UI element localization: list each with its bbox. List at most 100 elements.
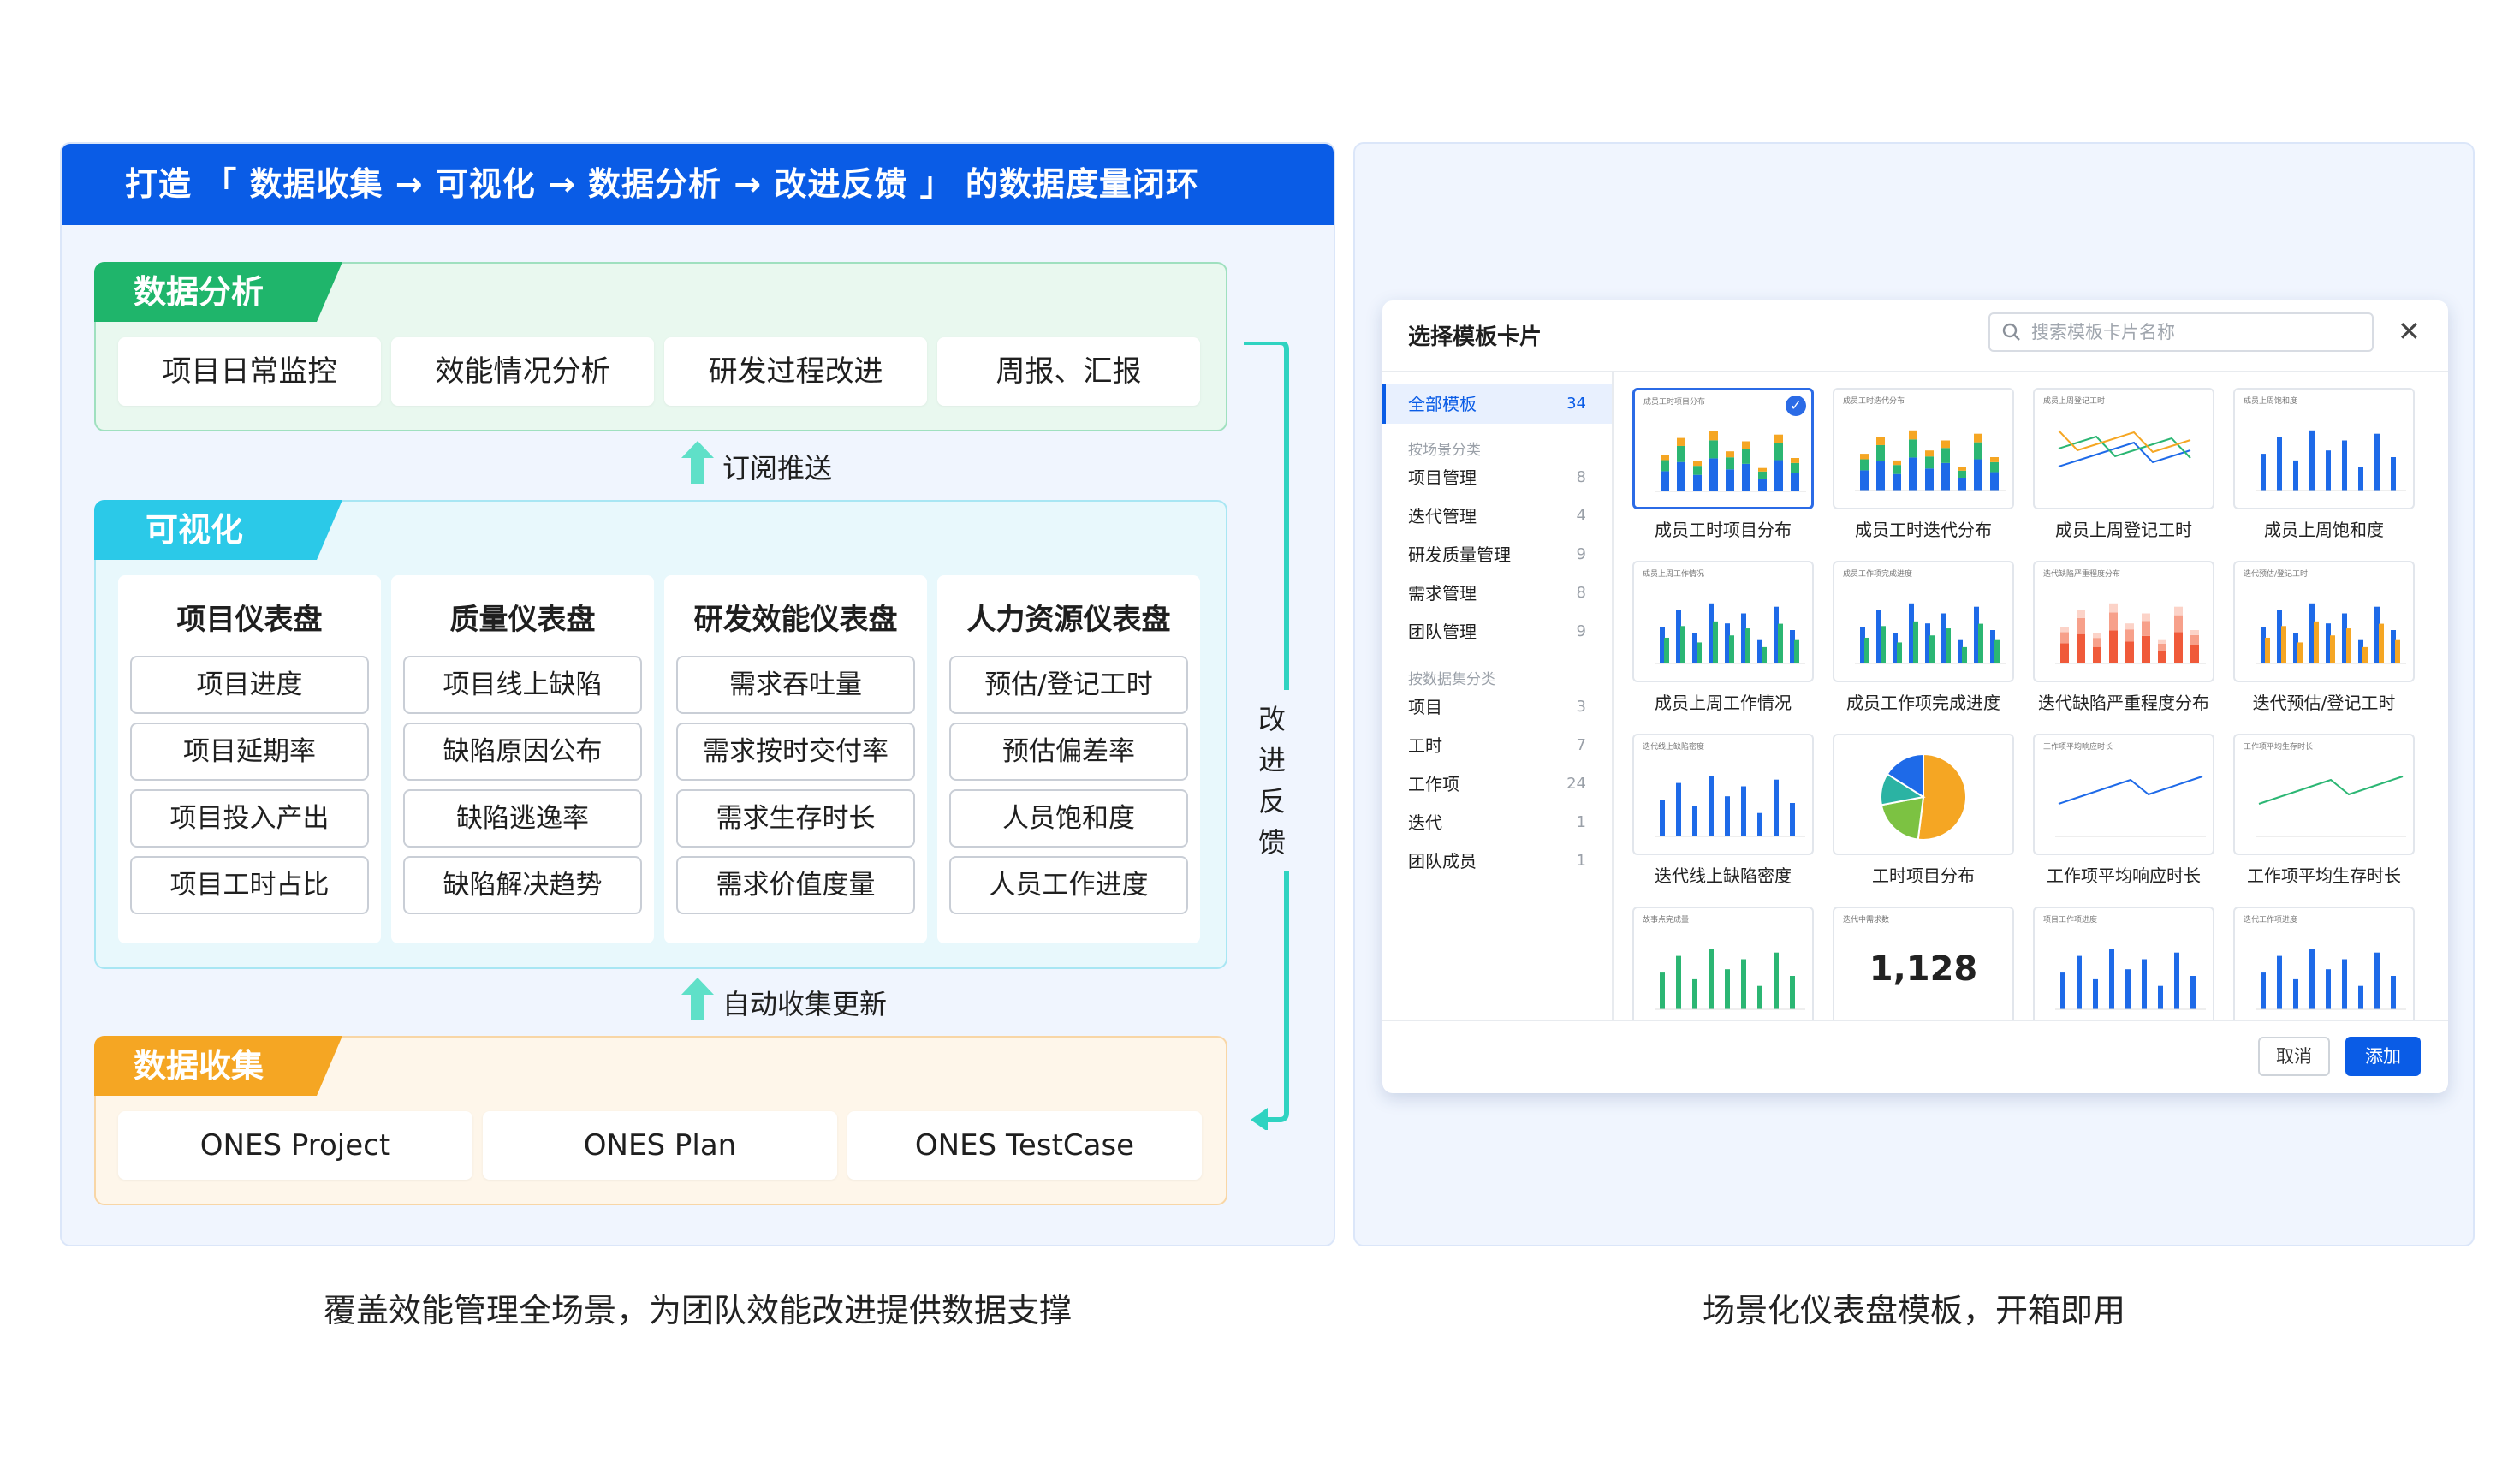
add-button[interactable]: 添加 [2345,1037,2421,1076]
sidebar-item-dataset[interactable]: 项目 3 [1382,687,1612,727]
template-tile[interactable]: 成员工时项目分布 ✓ 成员工时项目分布 [1632,388,1814,550]
sidebar-item-label: 工作项 [1408,774,1459,794]
thumb-bar [1742,463,1750,491]
thumb-bar [2358,985,2363,1009]
sidebar-item-count: 1 [1576,852,1586,870]
template-tile[interactable]: 工作项平均生存时长 工作项平均生存时长 [2233,734,2415,896]
thumb-bar [1692,806,1697,836]
template-tile[interactable]: 成员工时迭代分布 成员工时迭代分布 [1833,388,2014,550]
thumb-bar [1664,637,1669,663]
tile-thumbnail: 成员上周饱和度 [2233,388,2415,509]
tile-name: 迭代缺陷严重程度分布 [2038,693,2209,713]
thumb-bar [2362,646,2368,663]
thumb-bar [1725,796,1730,836]
thumb-chart [1880,752,1967,841]
template-tile[interactable]: 成员上周工作情况 成员上周工作情况 [1632,561,1814,723]
search-input[interactable]: 搜索模板卡片名称 [1988,312,2374,352]
up-arrow-icon [681,978,714,1020]
template-tile[interactable]: 成员工作项完成进度 成员工作项完成进度 [1833,561,2014,723]
thumb-slice [1917,752,1967,841]
thumb-bar [2093,633,2101,639]
sidebar-item-dataset[interactable]: 工时 7 [1382,726,1612,765]
thumb-bar [1925,468,1934,491]
tile-name: 迭代线上缺陷密度 [1655,865,1792,886]
thumb-bar [1897,642,1902,663]
sidebar-item-scene[interactable]: 项目管理 8 [1382,458,1612,497]
sidebar-item-scene[interactable]: 团队管理 9 [1382,612,1612,651]
search-icon [2002,323,2020,341]
thumb-bar [1994,639,2000,663]
thumb-bar [2125,629,2134,642]
card-item: 项目进度 [130,656,369,714]
thumb-bar [1709,949,1714,1009]
template-tile[interactable]: 项目工作项进度 [2033,907,2214,1020]
thumb-bar [2391,976,2396,1009]
feedback-label-line1: 改进 [1257,703,1286,776]
template-tile[interactable]: 成员上周登记工时 成员上周登记工时 [2033,388,2214,550]
tile-thumbnail: 迭代工作项进度 [2233,907,2415,1020]
category-sidebar: 全部模板 34 按场景分类 项目管理 8 迭代管理 4 研发质量管理 9 需求管理 8 … [1382,372,1614,1020]
template-tile[interactable]: 迭代预估/登记工时 迭代预估/登记工时 [2233,561,2415,723]
sidebar-item-dataset[interactable]: 工作项 24 [1382,764,1612,804]
close-icon[interactable]: ✕ [2398,314,2421,348]
sidebar-item-label: 研发质量管理 [1408,544,1511,565]
sidebar-item-scene[interactable]: 需求管理 8 [1382,574,1612,613]
template-tile[interactable]: 迭代工作项进度 [2233,907,2415,1020]
thumb-bar [1676,955,1681,1009]
tile-thumbnail [1833,734,2014,855]
template-tile[interactable]: 成员上周饱和度 成员上周饱和度 [2233,388,2415,550]
cancel-button[interactable]: 取消 [2258,1037,2330,1076]
thumb-bar [1974,442,1982,460]
card-title: 人力资源仪表盘 [966,603,1171,637]
thumb-bar [1742,441,1750,449]
template-tile[interactable]: 工作项平均响应时长 工作项平均响应时长 [2033,734,2214,896]
sidebar-item-count: 1 [1576,813,1586,831]
template-tile[interactable]: 迭代线上缺陷密度 迭代线上缺陷密度 [1632,734,1814,896]
auto-collect-label: 自动收集更新 [722,988,888,1020]
card-item: 项目工时占比 [130,856,369,914]
thumb-bar [2293,460,2298,491]
thumb-bar [1693,461,1702,467]
template-tile[interactable]: 工时项目分布 [1833,734,2014,896]
thumb-bar [1860,454,1869,460]
thumb-bar [2077,955,2082,1009]
thumb-bar [1726,451,1734,458]
card-item: 需求生存时长 [676,789,915,848]
thumb-bar [1893,460,1901,466]
card-item: 缺陷解决趋势 [403,856,642,914]
thumb-bar [1893,473,1901,491]
card-title: 项目仪表盘 [176,603,323,637]
thumb-bar [1941,448,1950,463]
sidebar-item-label: 团队成员 [1408,851,1477,871]
thumb-bar [2125,623,2134,630]
sidebar-item-count: 9 [1576,545,1586,563]
thumb-chart: 1,128 [1869,949,1978,989]
source-item: ONES TestCase [847,1111,1202,1180]
thumb-bar [2158,643,2166,651]
thumb-chart [1655,603,1805,664]
template-tile[interactable]: 迭代缺陷严重程度分布 迭代缺陷严重程度分布 [2033,561,2214,723]
thumb-bar [2309,430,2315,491]
thumb-bar [1677,445,1685,462]
template-tile[interactable]: 迭代中需求数 1,128 [1833,907,2014,1020]
thumb-bar [2190,645,2199,663]
thumb-line [2058,776,2203,805]
thumb-bar [1757,985,1762,1009]
dashboard-card: 人力资源仪表盘 预估/登记工时 预估偏差率 人员饱和度 人员工作进度 [937,575,1200,943]
sidebar-item-scene[interactable]: 迭代管理 4 [1382,497,1612,536]
thumb-bar [1794,639,1799,663]
thumb-number: 1,128 [1869,949,1978,989]
template-tile[interactable]: 故事点完成量 [1632,907,1814,1020]
thumb-bar [1946,628,1951,663]
thumb-bar [2077,617,2085,634]
sidebar-group-label: 按数据集分类 [1408,671,1495,688]
card-title: 研发效能仪表盘 [693,603,898,637]
sidebar-item-scene[interactable]: 研发质量管理 9 [1382,535,1612,574]
sidebar-item-dataset[interactable]: 迭代 1 [1382,803,1612,842]
sidebar-item-all[interactable]: 全部模板 34 [1382,384,1612,424]
sidebar-item-label: 项目管理 [1408,467,1477,488]
thumb-bar [1713,621,1718,663]
visual-tag: 可视化 [94,500,342,560]
analysis-item: 研发过程改进 [664,337,927,406]
sidebar-item-dataset[interactable]: 团队成员 1 [1382,842,1612,881]
